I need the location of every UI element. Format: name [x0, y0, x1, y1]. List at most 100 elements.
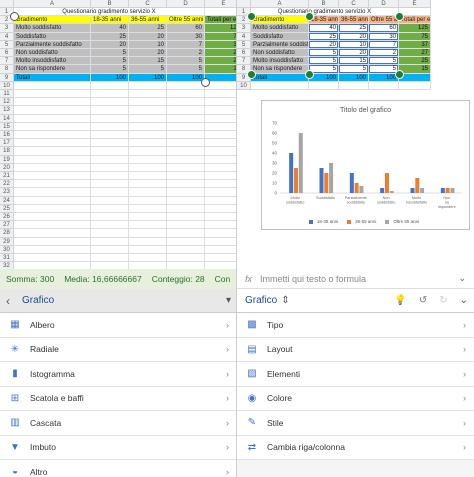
table-cell[interactable]: Totali per età	[205, 16, 236, 25]
menu-item-imbuto[interactable]: ▼ Imbuto ›	[0, 435, 236, 460]
table-cell[interactable]	[129, 98, 167, 107]
table-cell[interactable]	[167, 172, 205, 181]
table-cell[interactable]	[205, 213, 236, 222]
bar-36-55-anni[interactable]	[445, 188, 450, 193]
bar-18-35-anni[interactable]	[440, 188, 445, 193]
table-cell[interactable]	[14, 81, 91, 90]
table-cell[interactable]: 20	[339, 32, 369, 41]
table-cell[interactable]: 10	[339, 40, 369, 49]
table-cell[interactable]	[205, 139, 236, 148]
table-cell[interactable]	[399, 81, 431, 90]
table-cell[interactable]	[167, 213, 205, 222]
table-cell[interactable]: 2	[369, 49, 399, 58]
table-cell[interactable]: 60	[369, 24, 399, 33]
table-cell[interactable]	[167, 98, 205, 107]
table-cell[interactable]	[167, 229, 205, 238]
table-cell[interactable]: 10	[129, 40, 167, 49]
lightbulb-icon[interactable]: 💡	[394, 295, 406, 306]
table-cell[interactable]	[205, 8, 236, 17]
table-cell[interactable]	[91, 81, 129, 90]
table-cell[interactable]	[91, 172, 129, 181]
table-cell[interactable]: 5	[167, 65, 205, 74]
selection-handle[interactable]	[305, 69, 314, 79]
row-header[interactable]: 20	[0, 163, 14, 172]
table-cell[interactable]	[167, 254, 205, 263]
menu-item-elementi[interactable]: ▧ Elementi ›	[237, 362, 474, 387]
table-cell[interactable]	[14, 237, 91, 246]
table-cell[interactable]	[129, 180, 167, 189]
table-cell[interactable]	[14, 98, 91, 107]
table-cell[interactable]: 100	[339, 73, 369, 82]
table-cell[interactable]: 75	[205, 32, 236, 41]
table-cell[interactable]: 100	[91, 73, 129, 82]
dropdown-icon[interactable]: ▾	[226, 295, 231, 306]
table-cell[interactable]: 100	[167, 73, 205, 82]
table-cell[interactable]: Non soddisfatto	[14, 49, 91, 58]
row-header[interactable]: 5	[0, 40, 14, 49]
bar-oltre-55-anni[interactable]	[450, 188, 455, 193]
menu-item-stile[interactable]: ✎ Stile ›	[237, 411, 474, 436]
table-cell[interactable]	[91, 114, 129, 123]
bar-oltre-55-anni[interactable]	[298, 133, 303, 193]
table-cell[interactable]: 5	[309, 49, 339, 58]
table-cell[interactable]: 5	[129, 65, 167, 74]
row-header[interactable]: 21	[0, 172, 14, 181]
bar-36-55-anni[interactable]	[354, 183, 359, 193]
table-cell[interactable]: 27	[399, 49, 431, 58]
table-cell[interactable]	[129, 122, 167, 131]
undo-icon[interactable]: ↺	[419, 295, 427, 306]
table-cell[interactable]: 37	[399, 40, 431, 49]
table-cell[interactable]	[205, 229, 236, 238]
table-cell[interactable]	[14, 106, 91, 115]
bar-18-35-anni[interactable]	[380, 188, 385, 193]
row-header[interactable]: 13	[0, 106, 14, 115]
panel-title-right[interactable]: Grafico	[245, 295, 277, 306]
table-cell[interactable]	[14, 147, 91, 156]
table-cell[interactable]	[205, 156, 236, 164]
table-cell[interactable]	[14, 131, 91, 140]
updown-icon[interactable]: ⇕	[281, 295, 289, 306]
table-cell[interactable]	[369, 81, 399, 90]
bar-oltre-55-anni[interactable]	[389, 191, 394, 193]
table-cell[interactable]	[14, 213, 91, 222]
table-cell[interactable]	[205, 131, 236, 140]
row-header[interactable]: 14	[0, 114, 14, 123]
table-cell[interactable]: 100	[129, 73, 167, 82]
menu-item-tipo[interactable]: ▩ Tipo ›	[237, 313, 474, 338]
table-cell[interactable]: Molto soddisfatto	[14, 24, 91, 33]
table-cell[interactable]	[205, 123, 236, 131]
table-cell[interactable]	[14, 180, 91, 189]
row-header[interactable]: 7	[0, 57, 14, 66]
table-cell[interactable]	[91, 131, 129, 140]
table-cell[interactable]	[129, 131, 167, 140]
table-cell[interactable]: 20	[129, 49, 167, 58]
row-header[interactable]: 26	[0, 213, 14, 222]
corner-cell[interactable]	[237, 0, 251, 8]
table-cell[interactable]: 5	[91, 57, 129, 66]
table-cell[interactable]: 15	[205, 65, 236, 74]
table-cell[interactable]	[205, 115, 236, 123]
table-cell[interactable]	[129, 106, 167, 115]
row-header[interactable]: 5	[237, 40, 251, 49]
table-cell[interactable]	[205, 90, 236, 99]
table-cell[interactable]	[91, 213, 129, 222]
table-cell[interactable]: 25	[339, 24, 369, 33]
table-cell[interactable]	[167, 245, 205, 254]
bar-oltre-55-anni[interactable]	[420, 188, 425, 193]
table-cell[interactable]: 40	[91, 24, 129, 33]
row-header[interactable]: 12	[0, 98, 14, 107]
table-cell[interactable]	[91, 106, 129, 115]
table-cell[interactable]	[167, 180, 205, 189]
table-cell[interactable]: 15	[129, 57, 167, 66]
redo-icon[interactable]: ↻	[439, 295, 447, 306]
table-cell[interactable]: Molto insoddisfatto	[14, 57, 91, 66]
table-cell[interactable]	[205, 221, 236, 230]
table-cell[interactable]	[129, 254, 167, 263]
table-cell[interactable]: Soddisfatto	[14, 32, 91, 41]
table-cell[interactable]	[91, 245, 129, 254]
table-cell[interactable]	[129, 147, 167, 156]
bar-oltre-55-anni[interactable]	[359, 186, 364, 193]
table-cell[interactable]: Molto soddisfatto	[251, 24, 309, 33]
row-header[interactable]: 7	[237, 57, 251, 66]
menu-item-layout[interactable]: ▤ Layout ›	[237, 337, 474, 362]
